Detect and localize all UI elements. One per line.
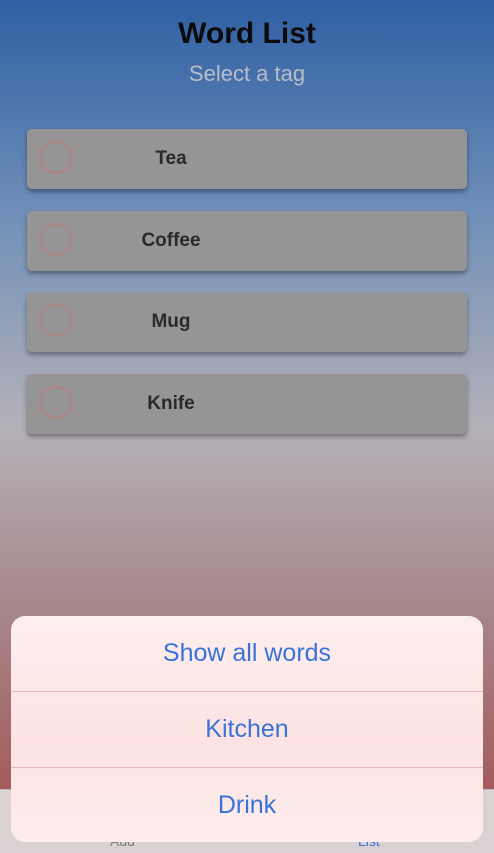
word-row-tea[interactable]: Tea <box>27 129 467 189</box>
word-row-mug[interactable]: Mug <box>27 292 467 352</box>
word-list: Tea Coffee Mug Knife <box>27 129 467 455</box>
word-label: Mug <box>151 311 191 332</box>
word-label: Knife <box>147 392 195 414</box>
action-sheet: Show all words Kitchen Drink <box>11 616 483 842</box>
kitchen-option[interactable]: Kitchen <box>11 692 483 768</box>
word-row-knife[interactable]: Knife <box>27 373 467 434</box>
drink-option[interactable]: Drink <box>11 768 483 842</box>
header: Word List Select a tag <box>0 14 494 88</box>
page-subtitle: Select a tag <box>188 61 306 86</box>
word-label: Coffee <box>141 229 201 251</box>
word-label: Tea <box>155 148 187 169</box>
word-row-coffee[interactable]: Coffee <box>27 210 467 271</box>
show-all-words-option[interactable]: Show all words <box>11 616 483 692</box>
page-title: Word List <box>178 17 316 50</box>
